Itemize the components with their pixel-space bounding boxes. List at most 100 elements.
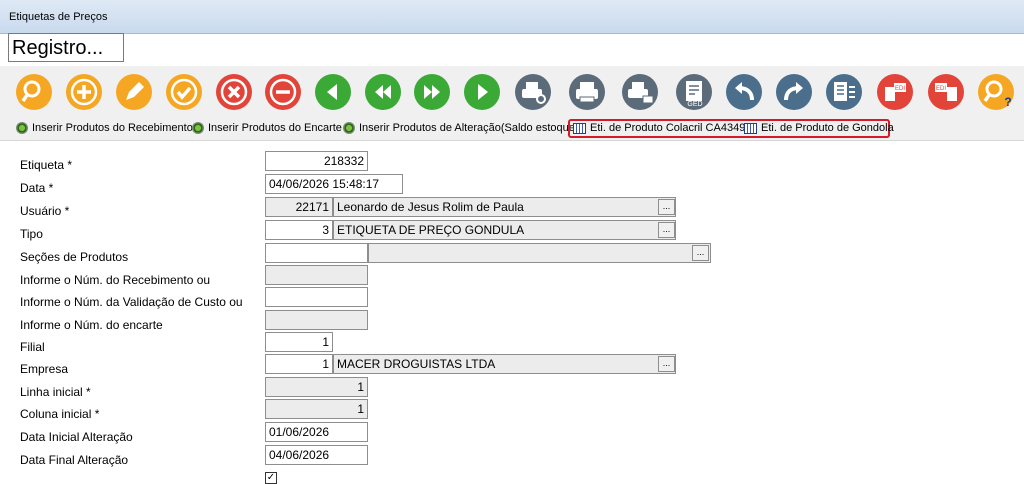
data-label: Data * xyxy=(20,181,54,195)
green-dot-icon xyxy=(192,122,204,134)
etiqueta-field[interactable]: 218332 xyxy=(265,151,368,171)
window-title: Etiquetas de Preços xyxy=(9,11,108,23)
print-preview-button[interactable] xyxy=(514,73,552,111)
link-eti-gondola[interactable]: Eti. de Produto de Gondola xyxy=(744,122,894,134)
tipo-code-field[interactable]: 3 xyxy=(265,220,333,240)
cancel-icon xyxy=(216,74,252,110)
undo-icon xyxy=(726,74,762,110)
undo-button[interactable] xyxy=(725,73,763,111)
previous-icon xyxy=(315,74,351,110)
remove-button[interactable] xyxy=(264,73,302,111)
linha-field[interactable]: 1 xyxy=(265,377,368,397)
link-eti-colacril[interactable]: Eti. de Produto Colacril CA4349 xyxy=(573,122,745,134)
empresa-code-field[interactable]: 1 xyxy=(265,354,333,374)
validacao-label: Informe o Núm. da Validação de Custo ou xyxy=(20,295,243,309)
link-label: Inserir Produtos do Encarte xyxy=(208,122,342,134)
confirm-button[interactable] xyxy=(165,73,203,111)
edi-import-icon: EDI xyxy=(877,74,913,110)
ged-document-icon: GED xyxy=(676,74,712,110)
redo-button[interactable] xyxy=(775,73,813,111)
last-button[interactable] xyxy=(413,73,451,111)
filial-field[interactable]: 1 xyxy=(265,332,333,352)
secoes-code-field[interactable] xyxy=(265,243,368,263)
remove-icon xyxy=(265,74,301,110)
first-button[interactable] xyxy=(364,73,402,111)
recebimento-label: Informe o Núm. do Recebimento ou xyxy=(20,273,211,287)
add-icon xyxy=(66,74,102,110)
data-inicial-field[interactable]: 01/06/2026 xyxy=(265,422,368,442)
toolbar-area: GED EDI EDI ? Inserir Produtos do Recebi… xyxy=(0,66,1024,141)
validacao-field[interactable] xyxy=(265,287,368,307)
coluna-field[interactable]: 1 xyxy=(265,399,368,419)
edit-button[interactable] xyxy=(115,73,153,111)
data-field[interactable]: 04/06/2026 15:48:17 xyxy=(265,174,403,194)
export-list-icon xyxy=(826,74,862,110)
secoes-label: Seções de Produtos xyxy=(20,250,129,264)
help-icon: ? xyxy=(978,74,1014,110)
previous-button[interactable] xyxy=(314,73,352,111)
data-inicial-label: Data Inicial Alteração xyxy=(20,430,133,444)
usuario-label: Usuário * xyxy=(20,204,70,218)
linha-label: Linha inicial * xyxy=(20,385,91,399)
svg-text:?: ? xyxy=(1004,95,1011,109)
green-dot-icon xyxy=(16,122,28,134)
first-icon xyxy=(365,74,401,110)
last-icon xyxy=(414,74,450,110)
empresa-label: Empresa xyxy=(20,362,69,376)
calendar-icon xyxy=(744,122,757,134)
link-label: Inserir Produtos do Recebimento xyxy=(32,122,193,134)
usuario-name-field: Leonardo de Jesus Rolim de Paula xyxy=(333,197,676,217)
next-button[interactable] xyxy=(463,73,501,111)
link-label: Inserir Produtos de Alteração(Saldo esto… xyxy=(359,122,579,134)
encarte-field[interactable] xyxy=(265,310,368,330)
print-preview-icon xyxy=(515,74,551,110)
edit-icon xyxy=(116,74,152,110)
export-list-button[interactable] xyxy=(825,73,863,111)
search-icon xyxy=(16,74,52,110)
edi-export-icon: EDI xyxy=(928,74,964,110)
edi-import-button[interactable]: EDI xyxy=(876,73,914,111)
tipo-lookup-button[interactable]: ... xyxy=(658,222,675,238)
print-icon xyxy=(569,74,605,110)
empresa-lookup-button[interactable]: ... xyxy=(658,356,675,372)
empresa-name-field: MACER DROGUISTAS LTDA xyxy=(333,354,676,374)
search-button[interactable] xyxy=(15,73,53,111)
print-button[interactable] xyxy=(568,73,606,111)
link-label: Eti. de Produto de Gondola xyxy=(761,122,894,134)
svg-text:GED: GED xyxy=(687,101,702,108)
calendar-icon xyxy=(573,122,586,134)
data-final-label: Data Final Alteração xyxy=(20,453,129,467)
etiqueta-label: Etiqueta * xyxy=(20,158,73,172)
link-inserir-encarte[interactable]: Inserir Produtos do Encarte xyxy=(192,122,342,134)
coluna-label: Coluna inicial * xyxy=(20,407,100,421)
link-label: Eti. de Produto Colacril CA4349 xyxy=(590,122,746,134)
redo-icon xyxy=(776,74,812,110)
print-email-button[interactable] xyxy=(621,73,659,111)
usuario-code-field[interactable]: 22171 xyxy=(265,197,333,217)
registro-label: Registro... xyxy=(8,33,124,62)
data-final-field[interactable]: 04/06/2026 xyxy=(265,445,368,465)
add-button[interactable] xyxy=(65,73,103,111)
filial-label: Filial xyxy=(20,340,45,354)
link-inserir-recebimento[interactable]: Inserir Produtos do Recebimento xyxy=(16,122,193,134)
secoes-lookup-button[interactable]: ... xyxy=(692,245,709,261)
usuario-lookup-button[interactable]: ... xyxy=(658,199,675,215)
recebimento-field[interactable] xyxy=(265,265,368,285)
help-button[interactable]: ? xyxy=(977,73,1015,111)
checkbox[interactable]: ✓ xyxy=(265,472,277,484)
confirm-icon xyxy=(166,74,202,110)
green-dot-icon xyxy=(343,122,355,134)
print-email-icon xyxy=(622,74,658,110)
svg-text:EDI: EDI xyxy=(895,86,905,92)
window-titlebar: Etiquetas de Preços xyxy=(0,0,1024,34)
cancel-button[interactable] xyxy=(215,73,253,111)
tipo-label: Tipo xyxy=(20,227,43,241)
next-icon xyxy=(464,74,500,110)
edi-export-button[interactable]: EDI xyxy=(927,73,965,111)
ged-document-button[interactable]: GED xyxy=(675,73,713,111)
link-inserir-alteracao[interactable]: Inserir Produtos de Alteração(Saldo esto… xyxy=(343,122,579,134)
tipo-name-field: ETIQUETA DE PREÇO GONDULA xyxy=(333,220,676,240)
svg-text:EDI: EDI xyxy=(936,86,946,92)
secoes-name-field xyxy=(368,243,711,263)
encarte-label: Informe o Núm. do encarte xyxy=(20,318,163,332)
